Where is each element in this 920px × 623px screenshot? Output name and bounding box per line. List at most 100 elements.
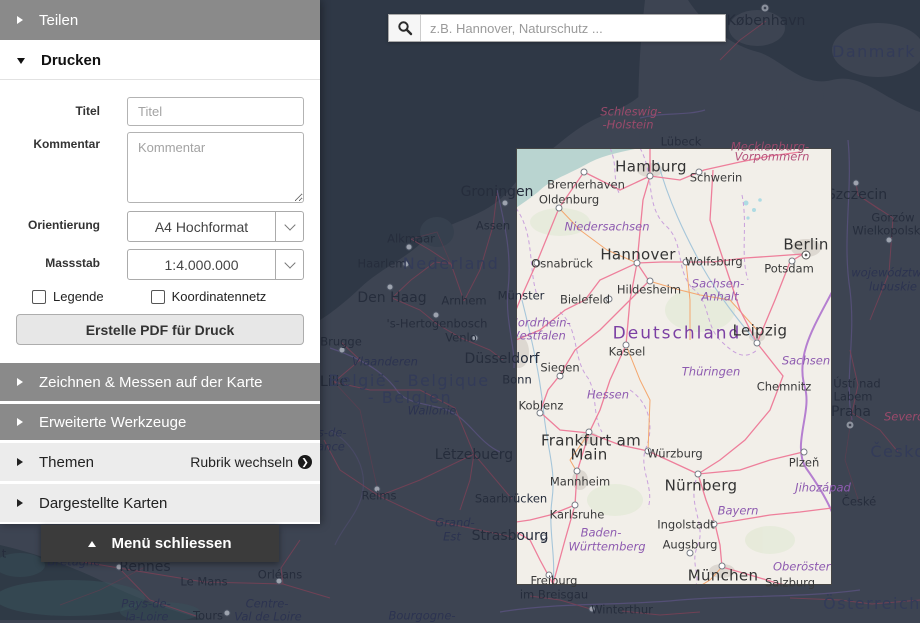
map-label: München <box>688 569 759 584</box>
map-label: 's-Hertogenbosch <box>387 318 488 330</box>
map-label: Brugge <box>320 336 362 348</box>
map-label: Deutschland <box>613 326 742 343</box>
city-marker <box>853 180 860 187</box>
section-header-themen[interactable]: Themen Rubrik wechseln ❯ <box>0 443 320 481</box>
section-header-erweiterte[interactable]: Erweiterte Werkzeuge <box>0 404 320 440</box>
map-labels-print: VorpommernHamburgBremerhavenOldenburgSch… <box>516 148 832 585</box>
kommentar-textarea[interactable] <box>127 132 304 203</box>
section-header-teilen[interactable]: Teilen <box>0 0 320 40</box>
map-label: Praha <box>831 405 871 419</box>
map-label: Bayern <box>718 505 759 517</box>
map-label: Nürnberg <box>665 479 738 494</box>
titel-input[interactable] <box>127 97 304 126</box>
map-label: Szczecin <box>827 188 887 202</box>
map-label: Kassel <box>609 346 646 358</box>
map-label: -Holstein <box>602 119 653 131</box>
map-label: Danmark <box>832 44 916 60</box>
map-label: Thüringen <box>682 366 740 378</box>
search-input[interactable] <box>421 15 725 41</box>
map-label: Ingolstadt <box>657 519 715 531</box>
map-label: Sachsen- <box>692 278 744 290</box>
section-header-drucken[interactable]: Drucken <box>0 42 320 80</box>
kommentar-label: Kommentar <box>0 132 100 203</box>
map-label: Česko <box>870 444 920 460</box>
map-label: Reims <box>362 490 397 502</box>
city-marker <box>546 572 553 579</box>
map-label: Leipzig <box>733 324 788 339</box>
koordinatennetz-checkbox-group[interactable]: Koordinatennetz <box>151 289 267 304</box>
map-label: Württemberg <box>568 541 645 553</box>
city-marker <box>886 237 893 244</box>
map-label: Mannheim <box>550 476 610 488</box>
legende-label: Legende <box>53 289 104 304</box>
arrow-right-circle-icon: ❯ <box>298 455 312 469</box>
map-label: Tours <box>193 610 223 622</box>
map-label: Hildesheim <box>617 284 681 296</box>
legende-checkbox-group[interactable]: Legende <box>32 289 104 304</box>
map-label: im Breisgau <box>520 589 588 601</box>
map-label: Hessen <box>587 389 629 401</box>
menu-schliessen-button[interactable]: Menü schliessen <box>41 525 279 562</box>
titel-label: Titel <box>0 97 100 126</box>
print-extent-preview[interactable]: VorpommernHamburgBremerhavenOldenburgSch… <box>516 148 832 585</box>
city-marker <box>761 4 770 13</box>
map-label: Siegen <box>540 362 579 374</box>
chevron-up-icon <box>88 541 96 547</box>
map-label: ance <box>317 441 345 453</box>
map-label: Est <box>443 531 461 543</box>
print-menu-sidebar: Teilen Drucken Titel Kommentar Orientier… <box>0 0 320 524</box>
map-label: Gorzów <box>871 212 914 224</box>
map-label: Augsburg <box>663 539 718 551</box>
map-label: Le Mans <box>180 576 227 588</box>
map-label: Hannover <box>600 248 675 263</box>
map-label: Lëtzebuerg <box>435 448 513 462</box>
section-label-themen: Themen <box>39 454 94 471</box>
map-label: Assen <box>476 220 510 232</box>
map-label: Berlin <box>783 238 828 253</box>
map-label: České <box>842 496 876 508</box>
section-label-zeichnen: Zeichnen & Messen auf der Karte <box>39 374 262 391</box>
massstab-select[interactable]: 1:4.000.000 <box>127 249 304 280</box>
map-label: Ústí nad <box>833 378 880 390</box>
create-pdf-button[interactable]: Erstelle PDF für Druck <box>16 314 304 345</box>
chevron-right-icon <box>17 378 23 386</box>
section-label-teilen: Teilen <box>39 12 78 29</box>
legende-checkbox[interactable] <box>32 290 46 304</box>
map-label: Anhalt <box>701 291 738 303</box>
map-label: Plzeň <box>789 457 820 469</box>
section-header-dargestellte[interactable]: Dargestellte Karten <box>0 484 320 522</box>
map-label: Koblenz <box>519 400 564 412</box>
rubrik-wechseln-link[interactable]: Rubrik wechseln ❯ <box>190 454 312 470</box>
map-label: Würzburg <box>647 448 702 460</box>
map-label: Hamburg <box>615 160 687 175</box>
orientierung-select[interactable]: A4 Hochformat <box>127 211 304 242</box>
chevron-right-icon <box>17 499 23 507</box>
section-label-drucken: Drucken <box>41 52 101 69</box>
map-label: t <box>2 548 7 560</box>
map-label: Oberösterreich <box>773 561 832 573</box>
koordinatennetz-checkbox[interactable] <box>151 290 165 304</box>
search-bar <box>388 14 726 42</box>
map-label: Arnhem <box>441 295 486 307</box>
chevron-right-icon <box>17 16 23 24</box>
orientierung-label: Orientierung <box>0 211 100 242</box>
map-label: Osnabrück <box>531 258 593 270</box>
map-label: Oldenburg <box>539 194 599 206</box>
section-header-zeichnen[interactable]: Zeichnen & Messen auf der Karte <box>0 363 320 401</box>
map-label: województwo <box>851 267 920 279</box>
map-label: Wielkopolski <box>852 225 920 237</box>
map-label: Labem <box>833 391 872 403</box>
map-label: Venlo <box>445 332 477 344</box>
map-label: Centre- <box>246 598 289 610</box>
print-form: Titel Kommentar Orientierung A4 Hochform… <box>0 80 320 363</box>
chevron-down-icon <box>17 58 25 64</box>
map-label: Sachsen <box>782 355 830 367</box>
search-icon[interactable] <box>389 15 421 41</box>
map-label: Val de Loire <box>234 611 302 623</box>
map-label: Nordrhein- <box>516 317 571 329</box>
section-label-dargestellte: Dargestellte Karten <box>39 495 167 512</box>
chevron-down-icon <box>275 212 303 241</box>
menu-schliessen-label: Menü schliessen <box>111 535 231 552</box>
city-marker <box>581 169 588 176</box>
map-label: Bourgogne- <box>388 610 455 622</box>
